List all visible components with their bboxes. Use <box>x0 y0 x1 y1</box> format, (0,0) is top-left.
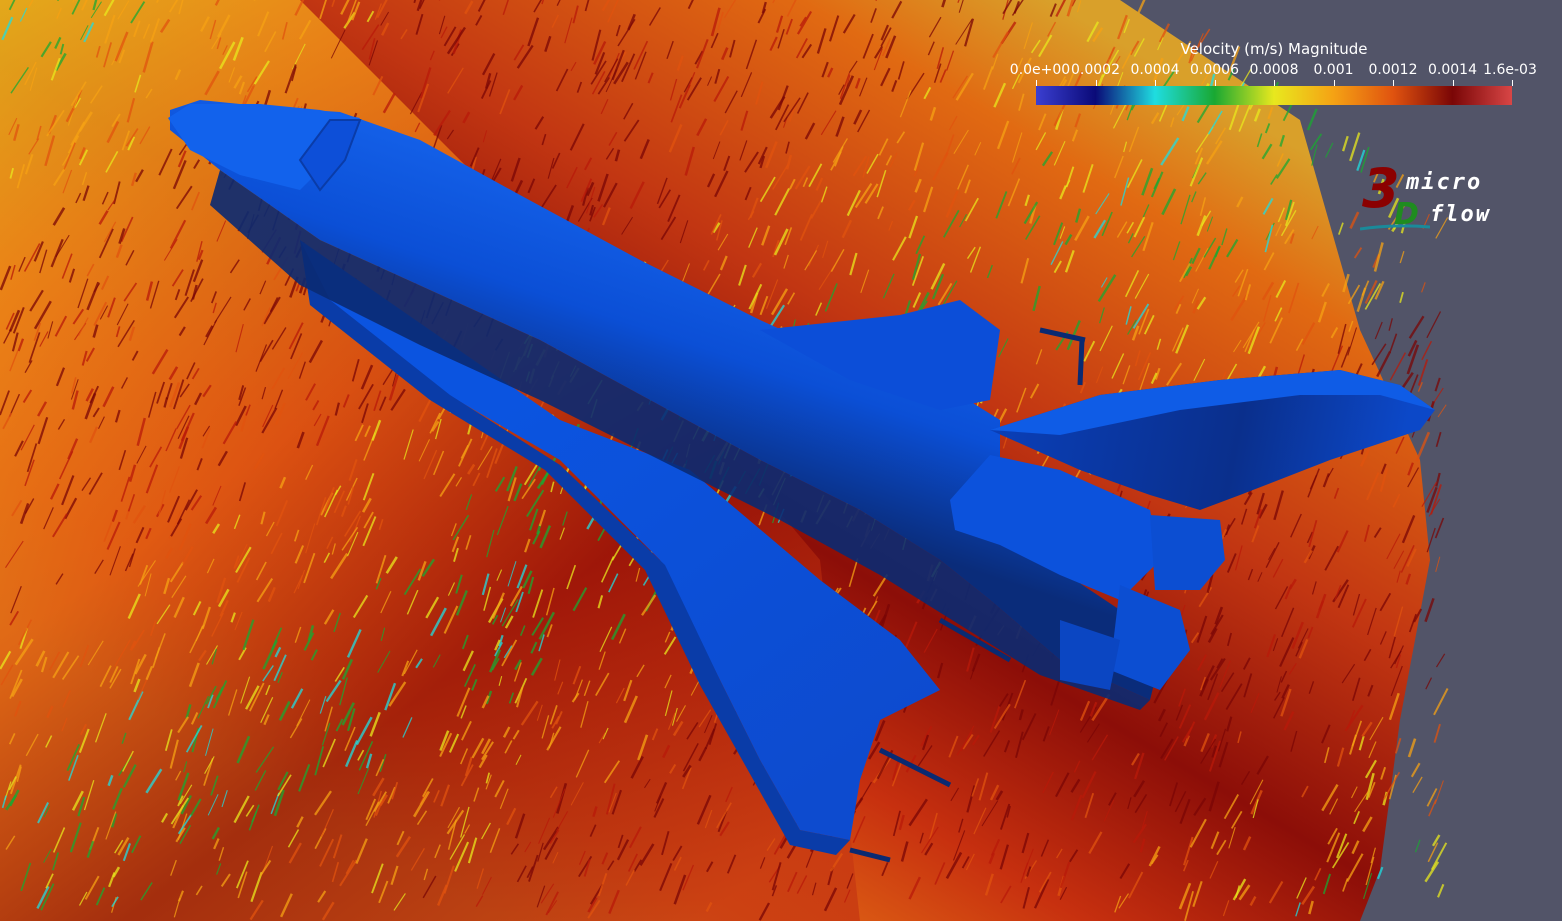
flow-glyph <box>1435 431 1442 448</box>
flow-glyph <box>1373 242 1384 272</box>
color-legend-tick <box>1512 80 1513 86</box>
flow-glyph <box>1349 132 1361 162</box>
color-legend-label: 0.0002 <box>1071 62 1120 78</box>
color-legend-label: 1.6e-03 <box>1483 62 1537 78</box>
color-legend-label: 0.0012 <box>1368 62 1418 78</box>
flow-glyph <box>1353 247 1363 259</box>
flow-glyph <box>1389 352 1407 381</box>
flow-glyph <box>1399 251 1405 264</box>
flow-glyph <box>1306 108 1318 131</box>
color-legend-label: 0.001 <box>1313 62 1354 78</box>
flow-glyph <box>1426 527 1436 553</box>
flow-glyph <box>1342 135 1349 152</box>
flow-glyph <box>1325 142 1334 158</box>
flow-glyph <box>1412 776 1423 794</box>
flow-glyph <box>1415 431 1431 462</box>
flow-glyph <box>1347 284 1361 305</box>
flow-glyph <box>1389 333 1398 353</box>
flow-visualization[interactable] <box>0 0 1562 921</box>
color-legend-tick-labels: 0.0e+00 0.0002 0.0004 0.0006 0.0008 0.001 0.00… <box>1000 62 1540 80</box>
color-legend-label: 0.0004 <box>1130 62 1180 78</box>
color-legend-label: 0.0e+00 <box>1009 62 1071 78</box>
flow-glyph <box>1407 738 1417 758</box>
color-legend-label: 0.0008 <box>1249 62 1299 78</box>
flow-glyph <box>1356 287 1367 312</box>
3d-microflow-logo: 3 D micro flow <box>1358 162 1508 236</box>
flow-glyph <box>1388 318 1393 331</box>
color-legend-label: 0.0006 <box>1190 62 1239 78</box>
color-legend-gradient <box>1036 86 1512 105</box>
flow-glyph <box>1421 282 1426 293</box>
flow-glyph <box>1437 404 1447 418</box>
logo-word-top: micro <box>1406 170 1483 195</box>
logo-swoosh <box>1360 224 1430 231</box>
flow-glyph <box>1408 315 1425 339</box>
flow-glyph <box>1424 861 1440 883</box>
flow-glyph <box>1430 842 1448 871</box>
flow-glyph <box>1434 517 1445 539</box>
flow-glyph <box>1424 597 1435 623</box>
flow-glyph <box>1414 839 1421 853</box>
flow-glyph <box>1410 762 1421 778</box>
flow-glyph <box>1417 359 1429 386</box>
flow-glyph <box>1399 291 1404 303</box>
flow-glyph <box>1435 653 1446 668</box>
flow-glyph <box>1434 377 1441 392</box>
flow-glyph <box>1421 340 1433 361</box>
color-legend-title: Velocity (m/s) Magnitude <box>1180 40 1368 58</box>
render-viewport[interactable]: Velocity (m/s) Magnitude 0.0e+00 0.0002 0.… <box>0 0 1562 921</box>
flow-glyph <box>1374 321 1383 340</box>
flow-glyph <box>1434 780 1444 805</box>
flow-glyph <box>1437 883 1445 898</box>
flow-glyph <box>1435 556 1441 573</box>
color-legend-label: 0.0014 <box>1428 62 1477 78</box>
flow-glyph <box>1137 0 1146 14</box>
color-legend: Velocity (m/s) Magnitude 0.0e+00 0.0002 0.… <box>1000 40 1540 110</box>
flow-glyph <box>1425 677 1433 690</box>
flow-glyph <box>1426 311 1442 339</box>
flow-glyph <box>1435 472 1441 487</box>
flow-glyph <box>1433 723 1441 743</box>
flow-glyph <box>1337 222 1344 235</box>
flow-glyph <box>1433 688 1449 716</box>
logo-word-bottom: flow <box>1430 202 1491 227</box>
